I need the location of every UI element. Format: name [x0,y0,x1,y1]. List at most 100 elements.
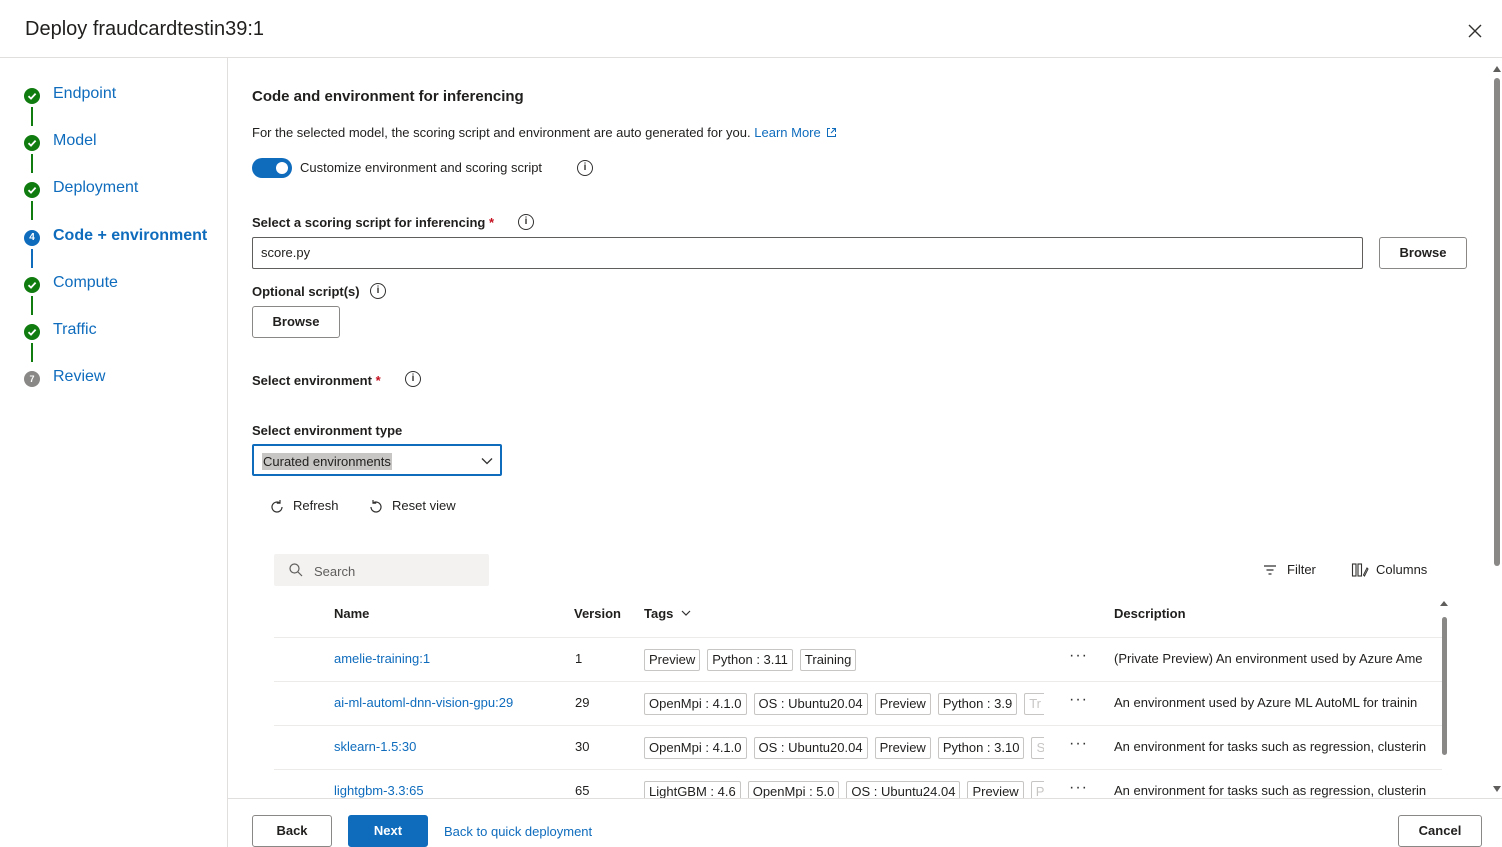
scoring-script-input[interactable]: score.py [252,237,1363,269]
check-circle-icon [24,277,40,293]
column-header-version[interactable]: Version [574,606,621,621]
tag: S [1031,737,1044,759]
environment-tags: OpenMpi : 4.1.0 OS : Ubuntu20.04 Preview Py… [644,693,1044,715]
search-input[interactable] [312,560,476,582]
environment-description: An environment used by Azure ML AutoML f… [1114,695,1418,710]
tag: Training [799,649,857,671]
filter-icon [1264,565,1276,575]
close-icon[interactable] [1466,22,1484,40]
refresh-button[interactable]: Refresh [268,496,348,516]
back-button[interactable]: Back [252,815,332,847]
toggle-knob [276,162,288,174]
cancel-button[interactable]: Cancel [1398,815,1482,847]
environment-description: (Private Preview) An environment used by… [1114,651,1423,666]
step-connector [31,296,33,315]
browse-scoring-button[interactable]: Browse [1379,237,1467,269]
environment-version: 29 [575,695,590,710]
tag: OS : Ubuntu20.04 [753,737,868,759]
filter-button[interactable]: Filter [1262,560,1322,580]
step-number-badge: 7 [24,371,40,387]
next-button[interactable]: Next [348,815,428,847]
info-icon[interactable]: i [370,283,386,299]
check-circle-icon [24,135,40,151]
step-connector [31,343,33,362]
table-row[interactable]: amelie-training:1 1 Preview Python : 3.11… [274,637,1442,681]
table-row[interactable]: sklearn-1.5:30 30 OpenMpi : 4.1.0 OS : Ub… [274,725,1442,769]
table-row[interactable]: lightgbm-3.3:65 65 LightGBM : 4.6 OpenMpi… [274,769,1442,798]
dialog-header: Deploy fraudcardtestin39:1 [0,0,1502,58]
columns-icon [1351,563,1369,577]
environment-tags: Preview Python : 3.11 Training [644,649,1044,671]
environment-type-label: Select environment type [252,423,403,438]
step-label: Endpoint [53,85,117,102]
tag: Preview [644,649,701,671]
info-icon[interactable]: i [518,214,534,230]
environment-label: Select environment * [252,373,381,388]
reset-view-button[interactable]: Reset view [367,496,467,516]
check-circle-icon [24,88,40,104]
tag: Preview [874,693,931,715]
environment-version: 1 [575,651,583,666]
environment-name-link[interactable]: amelie-training:1 [334,651,430,666]
environment-name-link[interactable]: ai-ml-automl-dnn-vision-gpu:29 [334,695,513,710]
required-asterisk: * [488,215,495,230]
tag: Python : 3.9 [937,693,1018,715]
environment-tags: LightGBM : 4.6 OpenMpi : 5.0 OS : Ubuntu24… [644,781,1044,798]
back-to-quick-deployment-link[interactable]: Back to quick deployment [444,824,592,839]
column-header-description[interactable]: Description [1114,606,1186,621]
step-connector [31,249,33,268]
environment-type-dropdown[interactable]: Curated environments [252,444,502,476]
tag: Preview [874,737,931,759]
dropdown-value: Curated environments [262,453,392,470]
table-scrollbar[interactable] [1438,598,1450,798]
browse-optional-button[interactable]: Browse [252,306,340,338]
wizard-steps: Endpoint Model Deployment 4 Code + envir… [0,58,228,847]
tag: Tr [1024,693,1044,715]
dialog-footer: Back Next Back to quick deployment Cance… [228,798,1502,847]
step-number-badge: 4 [24,230,40,246]
page-scrollbar[interactable] [1492,58,1502,798]
environment-description: An environment for tasks such as regress… [1114,783,1427,798]
tag: OS : Ubuntu20.04 [753,693,868,715]
chevron-down-icon [681,610,691,616]
tag: OS : Ubuntu24.04 [846,781,961,798]
environment-tags: OpenMpi : 4.1.0 OS : Ubuntu20.04 Preview Py… [644,737,1044,759]
search-box[interactable] [274,554,489,586]
optional-scripts-label: Optional script(s) [252,284,360,299]
required-asterisk: * [375,373,381,388]
environment-name-link[interactable]: sklearn-1.5:30 [334,739,416,754]
columns-button[interactable]: Columns [1351,560,1441,580]
column-header-tags[interactable]: Tags [644,606,692,621]
info-icon[interactable]: i [577,160,593,176]
dialog-title: Deploy fraudcardtestin39:1 [25,18,265,40]
column-header-name[interactable]: Name [334,606,369,621]
customize-toggle[interactable] [252,158,292,178]
learn-more-link[interactable]: Learn More [754,125,837,140]
search-icon [289,563,303,577]
step-label: Compute [53,274,118,291]
main-content: Code and environment for inferencing For… [228,58,1492,798]
step-connector [31,201,33,220]
step-label: Model [53,132,97,149]
step-label: Code + environment [53,227,208,244]
tag: OpenMpi : 4.1.0 [644,737,747,759]
step-label: Traffic [53,321,97,338]
chevron-down-icon [481,458,493,465]
more-icon[interactable]: ··· [1069,647,1088,665]
step-connector [31,154,33,173]
more-icon[interactable]: ··· [1069,779,1088,797]
more-icon[interactable]: ··· [1069,735,1088,753]
description-text: For the selected model, the scoring scri… [252,125,751,140]
tag: LightGBM : 4.6 [644,781,741,798]
environment-version: 65 [575,783,590,798]
environment-description: An environment for tasks such as regress… [1114,739,1427,754]
reset-icon [370,500,382,513]
external-link-icon [827,128,837,137]
info-icon[interactable]: i [405,371,421,387]
more-icon[interactable]: ··· [1069,691,1088,709]
step-connector [31,107,33,126]
table-row[interactable]: ai-ml-automl-dnn-vision-gpu:29 29 OpenMp… [274,681,1442,725]
environment-name-link[interactable]: lightgbm-3.3:65 [334,783,424,798]
tag: Python : 3.10 [937,737,1025,759]
tag: OpenMpi : 5.0 [747,781,840,798]
